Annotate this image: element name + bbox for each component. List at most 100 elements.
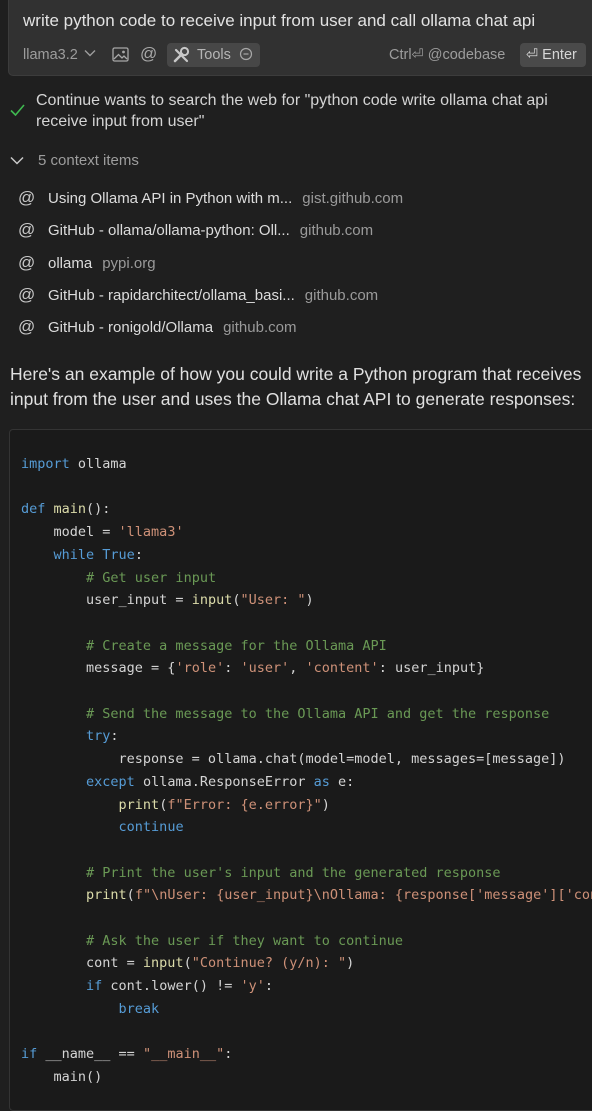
- tools-button[interactable]: Tools: [167, 43, 260, 67]
- context-item-title: ollama: [48, 255, 93, 272]
- code-block[interactable]: import ollama def main(): model = 'llama…: [9, 429, 592, 1111]
- code-token: 'y': [240, 978, 265, 995]
- code-token: # Create a message for the Ollama API: [86, 637, 387, 654]
- status-text: Continue wants to search the web for "py…: [36, 92, 548, 130]
- code-token: input: [142, 955, 184, 972]
- code-line: # Print the user's input and the generat…: [21, 862, 592, 885]
- codebase-shortcut-hint[interactable]: Ctrl⏎ @codebase: [389, 47, 505, 63]
- query-text[interactable]: write python code to receive input from …: [23, 11, 535, 31]
- code-token: if: [21, 1046, 38, 1063]
- code-line: import ollama: [21, 453, 592, 476]
- code-line: break: [21, 998, 592, 1021]
- enter-label: ⏎ Enter: [526, 47, 577, 63]
- code-token: # Send the message to the Ollama API and…: [86, 705, 550, 722]
- context-item-domain: pypi.org: [102, 255, 156, 272]
- code-token: print: [86, 887, 127, 904]
- code-token: : user_input}: [378, 660, 485, 677]
- code-token: continue: [118, 819, 184, 836]
- code-line: # Send the message to the Ollama API and…: [21, 703, 592, 726]
- code-token: 'role': [175, 660, 225, 677]
- context-item-title: GitHub - ollama/ollama-python: Oll...: [48, 222, 290, 239]
- code-token: print: [118, 796, 160, 813]
- code-token: f"Error: {e.error}": [167, 796, 322, 813]
- code-token: as: [313, 773, 330, 790]
- code-token: main: [53, 501, 87, 518]
- code-token: # Get user input: [86, 569, 217, 586]
- code-token: ollama: [69, 456, 127, 472]
- code-token: ():: [86, 501, 111, 518]
- code-token: ): [305, 592, 314, 609]
- code-token: user_input =: [21, 592, 192, 609]
- tools-icon: [173, 46, 190, 63]
- code-token: cont =: [21, 955, 143, 972]
- code-line: if __name__ == "__main__":: [21, 1043, 592, 1066]
- code-line: main(): [21, 1066, 592, 1089]
- code-token: "Continue? (y/n): ": [191, 955, 347, 972]
- mention-icon: @: [18, 220, 36, 239]
- code-token: if: [86, 978, 103, 995]
- code-token: 'content': [305, 660, 379, 677]
- code-line: # Ask the user if they want to continue: [21, 930, 592, 953]
- input-toolbar: llama3.2 @ Tools Ctrl⏎ @codebase ⏎ Enter: [9, 42, 592, 68]
- code-token: def: [21, 501, 46, 518]
- image-icon[interactable]: [112, 47, 129, 62]
- chat-input-box[interactable]: write python code to receive input from …: [8, 0, 592, 76]
- context-item-domain: github.com: [304, 287, 379, 304]
- mention-icon[interactable]: @: [140, 44, 157, 64]
- code-token: while: [53, 546, 95, 563]
- checkmark-icon: [10, 104, 25, 116]
- response-intro: Here's an example of how you could write…: [10, 364, 582, 409]
- code-token: f"\nUser: {user_input}\nOllama: {respons…: [134, 887, 592, 904]
- code-line: print(f"\nUser: {user_input}\nOllama: {r…: [21, 884, 592, 907]
- mention-icon: @: [18, 253, 36, 272]
- context-item-domain: gist.github.com: [302, 190, 404, 207]
- enter-button[interactable]: ⏎ Enter: [520, 43, 586, 67]
- code-token: "User: ": [240, 592, 306, 609]
- code-token: :: [134, 546, 143, 563]
- code-line: print(f"Error: {e.error}"): [21, 794, 592, 817]
- chevron-down-icon[interactable]: [84, 49, 96, 57]
- code-token: :: [110, 728, 119, 745]
- toggle-off-icon[interactable]: [239, 47, 253, 61]
- code-token: "__main__": [142, 1046, 225, 1063]
- chevron-down-icon: [10, 156, 24, 165]
- context-item-domain: github.com: [299, 222, 374, 239]
- mention-icon: @: [18, 285, 36, 304]
- code-token: e:: [329, 773, 355, 790]
- code-token: :: [224, 660, 241, 677]
- mention-icon: @: [18, 317, 36, 336]
- code-token: (: [126, 887, 135, 904]
- code-token: message = {: [21, 660, 176, 677]
- code-token: try: [86, 728, 111, 745]
- code-line: response = ollama.chat(model=model, mess…: [21, 748, 592, 771]
- model-selector[interactable]: llama3.2: [23, 47, 78, 63]
- code-token: break: [118, 1000, 160, 1017]
- code-line: # Get user input: [21, 567, 592, 590]
- code-token: cont.lower() !=: [102, 978, 241, 995]
- code-line: model = 'llama3': [21, 521, 592, 544]
- code-token: import: [21, 456, 70, 472]
- code-token: response = ollama.chat(model=model, mess…: [21, 751, 566, 768]
- code-line: except ollama.ResponseError as e:: [21, 771, 592, 794]
- code-line: # Create a message for the Ollama API: [21, 635, 592, 658]
- code-token: # Ask the user if they want to continue: [86, 932, 404, 949]
- tools-label: Tools: [197, 47, 231, 63]
- code-token: main(): [21, 1068, 103, 1085]
- code-content[interactable]: import ollama def main(): model = 'llama…: [21, 453, 592, 1089]
- code-line: user_input = input("User: "): [21, 589, 592, 612]
